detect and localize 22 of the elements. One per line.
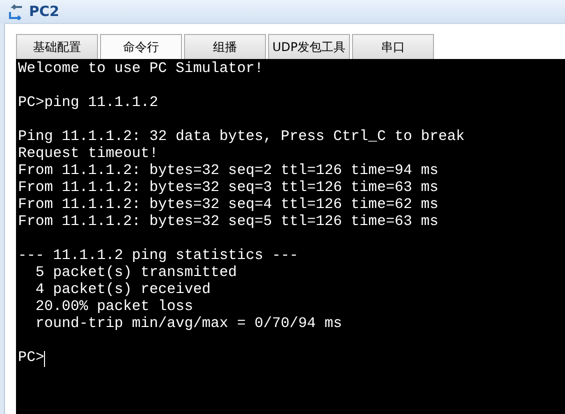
console-line: Request timeout! (18, 146, 158, 163)
command-prompt: PC> (18, 350, 44, 367)
console-line: --- 11.1.1.2 ping statistics --- (18, 248, 298, 265)
tab[interactable]: 组播 (184, 34, 266, 59)
tab[interactable]: 命令行 (100, 34, 182, 59)
console-line: From 11.1.1.2: bytes=32 seq=3 ttl=126 time=63 ms (18, 180, 438, 197)
console-line: From 11.1.1.2: bytes=32 seq=5 ttl=126 time=63 ms (18, 214, 438, 231)
text-cursor (44, 350, 46, 366)
console-line: Ping 11.1.1.2: 32 data bytes, Press Ctrl_C to break (18, 129, 465, 146)
network-arrows-icon (8, 4, 24, 20)
console-line: 20.00% packet loss (34, 299, 194, 316)
console-line: Welcome to use PC Simulator! (18, 61, 264, 78)
tab[interactable]: 串口 (352, 34, 434, 59)
tab[interactable]: UDP发包工具 (268, 34, 350, 59)
console-line: PC>ping 11.1.1.2 (18, 95, 158, 112)
window-title: PC2 (29, 4, 60, 20)
console-line: 5 packet(s) transmitted (34, 265, 237, 282)
tab[interactable]: 基础配置 (16, 34, 98, 59)
console-line: round-trip min/avg/max = 0/70/94 ms (34, 316, 342, 333)
console-line: From 11.1.1.2: bytes=32 seq=4 ttl=126 time=62 ms (18, 197, 438, 214)
console-line: From 11.1.1.2: bytes=32 seq=2 ttl=126 time=94 ms (18, 163, 438, 180)
console-line: 4 packet(s) received (34, 282, 211, 299)
